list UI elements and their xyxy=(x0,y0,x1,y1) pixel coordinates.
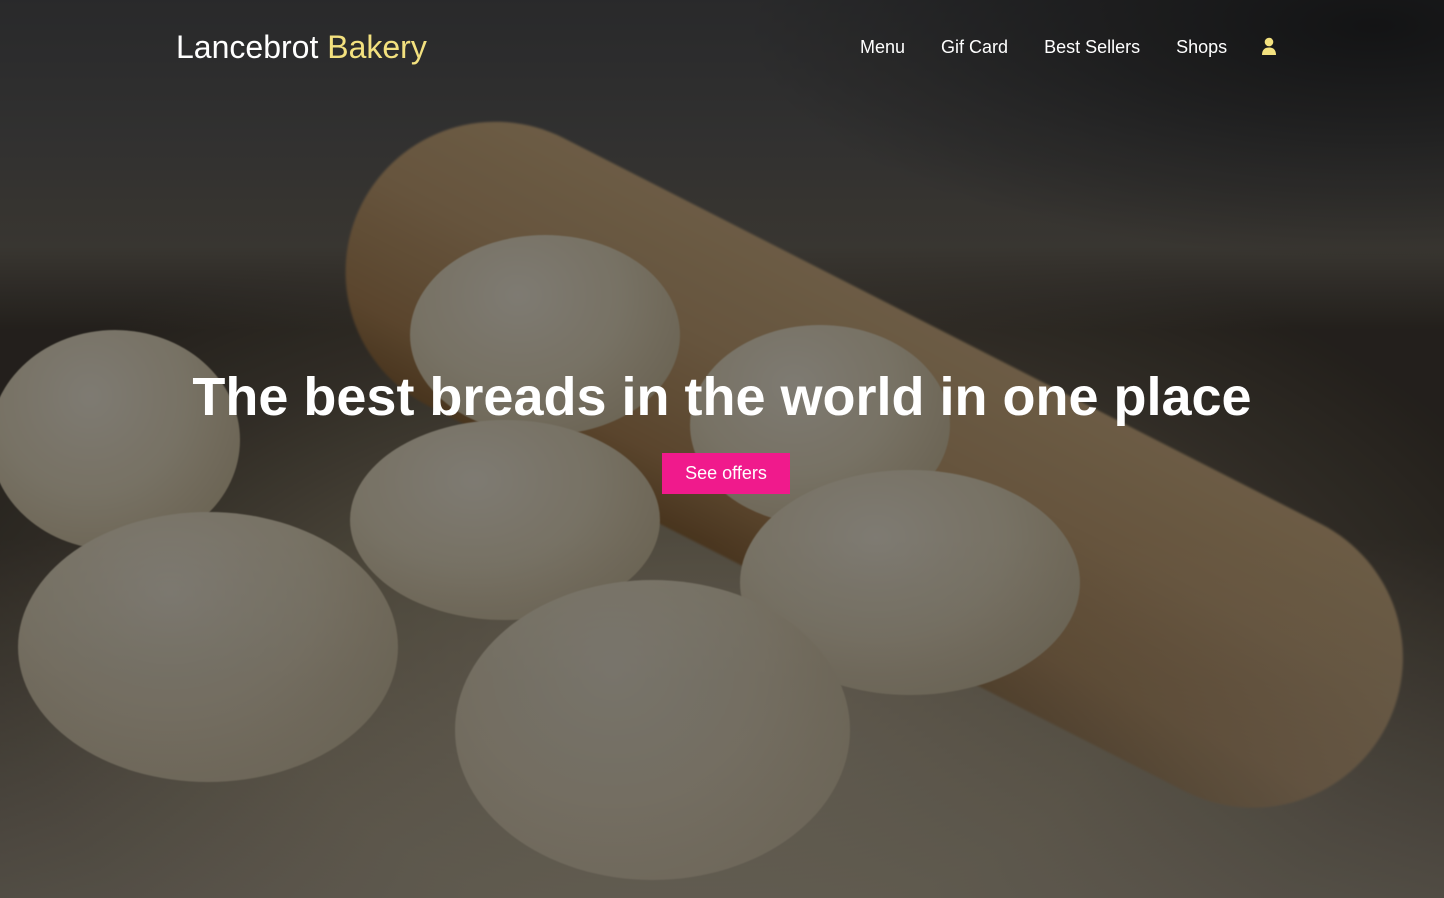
nav-link-shops[interactable]: Shops xyxy=(1176,36,1227,58)
hero-section: Lancebrot Bakery Menu Gif Card Best Sell… xyxy=(0,0,1444,898)
user-icon[interactable] xyxy=(1261,37,1277,57)
nav-link-menu[interactable]: Menu xyxy=(860,36,905,58)
hero-overlay xyxy=(0,0,1444,898)
hero-title: The best breads in the world in one plac… xyxy=(192,367,1252,427)
nav-link-best-sellers[interactable]: Best Sellers xyxy=(1044,36,1140,58)
nav-links: Menu Gif Card Best Sellers Shops xyxy=(860,36,1277,58)
brand-logo[interactable]: Lancebrot Bakery xyxy=(176,28,427,66)
brand-name-accent: Bakery xyxy=(327,29,427,65)
brand-name-primary: Lancebrot xyxy=(176,29,319,65)
nav-link-gift-card[interactable]: Gif Card xyxy=(941,36,1008,58)
see-offers-button[interactable]: See offers xyxy=(662,453,790,494)
top-navigation: Lancebrot Bakery Menu Gif Card Best Sell… xyxy=(0,0,1444,94)
